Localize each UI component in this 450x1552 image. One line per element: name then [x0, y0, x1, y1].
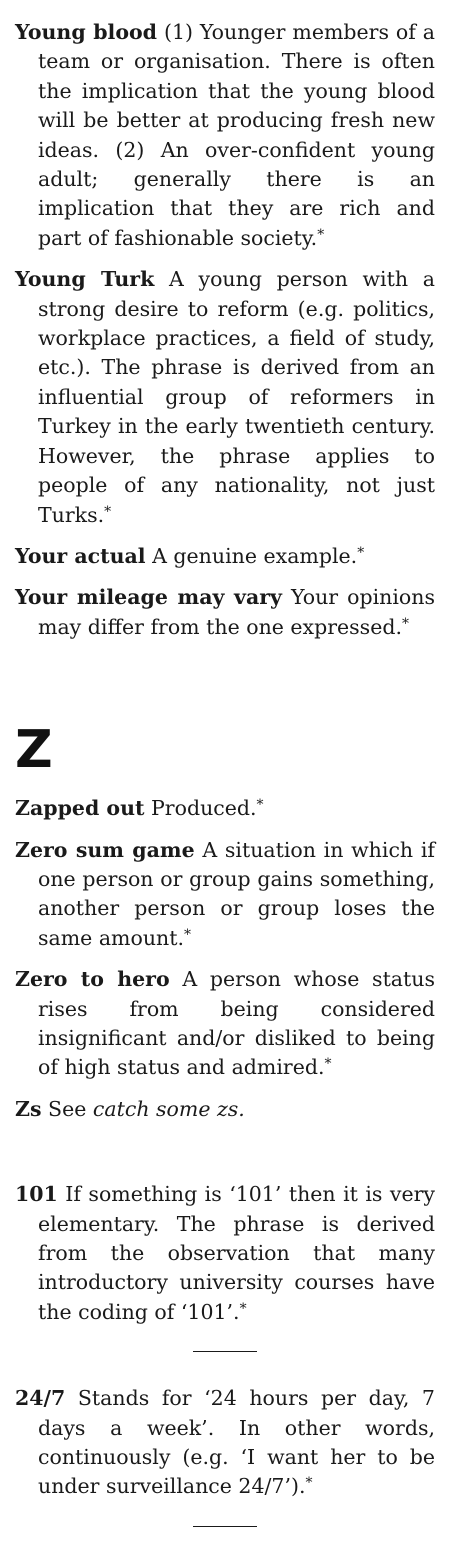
cross-reference: catch some zs.	[92, 1096, 245, 1121]
star-marker: *	[324, 1056, 332, 1073]
entry-young-blood: Young blood (1) Younger members of a tea…	[15, 18, 435, 253]
entry-your-actual: Your actual A genuine example.*	[15, 542, 435, 571]
entry-headword: Your mileage may vary	[15, 585, 282, 610]
entry-zero-sum-game: Zero sum game A situation in which if on…	[15, 836, 435, 954]
entry-definition: Produced.	[151, 796, 257, 821]
star-marker: *	[317, 226, 325, 243]
entry-zs: Zs See catch some zs.	[15, 1095, 435, 1124]
star-marker: *	[357, 544, 365, 561]
section-letter-heading: Z	[15, 720, 53, 781]
section-divider	[193, 1351, 257, 1353]
entry-headword: Zero to hero	[15, 967, 170, 992]
entry-headword: Zero sum game	[15, 837, 195, 862]
entry-headword: Your actual	[15, 543, 146, 568]
entry-definition: (1) Younger members of a team or organis…	[38, 20, 435, 250]
entry-young-turk: Young Turk A young person with a strong …	[15, 265, 435, 530]
entry-headword: Young blood	[15, 20, 158, 44]
entry-24-7: 24/7 Stands for ‘24 hours per day, 7 day…	[15, 1384, 435, 1502]
section-divider	[193, 1525, 257, 1527]
star-marker: *	[104, 503, 112, 520]
entry-headword: Zs	[15, 1096, 42, 1121]
entry-definition: A genuine example.	[152, 543, 358, 568]
star-marker: *	[184, 926, 191, 943]
entry-zero-to-hero: Zero to hero A person whose status rises…	[15, 965, 435, 1083]
dictionary-page: Young blood (1) Younger members of a tea…	[15, 18, 435, 1527]
entry-definition: Stands for ‘24 hours per day, 7 days a w…	[38, 1386, 435, 1499]
entry-your-mileage-may-vary: Your mileage may vary Your opinions may …	[15, 583, 435, 642]
star-marker: *	[401, 615, 409, 632]
star-marker: *	[305, 1475, 313, 1492]
entry-101: 101 If something is ‘101’ then it is ver…	[15, 1180, 435, 1327]
star-marker: *	[256, 797, 264, 814]
entry-headword: Young Turk	[15, 267, 155, 292]
entry-definition: If something is ‘101’ then it is very el…	[38, 1182, 435, 1324]
entry-headword: Zapped out	[15, 796, 145, 821]
entry-definition: A young person with a strong desire to r…	[38, 267, 435, 527]
entry-definition: See	[48, 1096, 87, 1121]
entry-headword: 24/7	[15, 1386, 66, 1411]
star-marker: *	[239, 1300, 247, 1317]
entry-headword: 101	[15, 1182, 58, 1207]
entry-zapped-out: Zapped out Produced.*	[15, 794, 435, 823]
